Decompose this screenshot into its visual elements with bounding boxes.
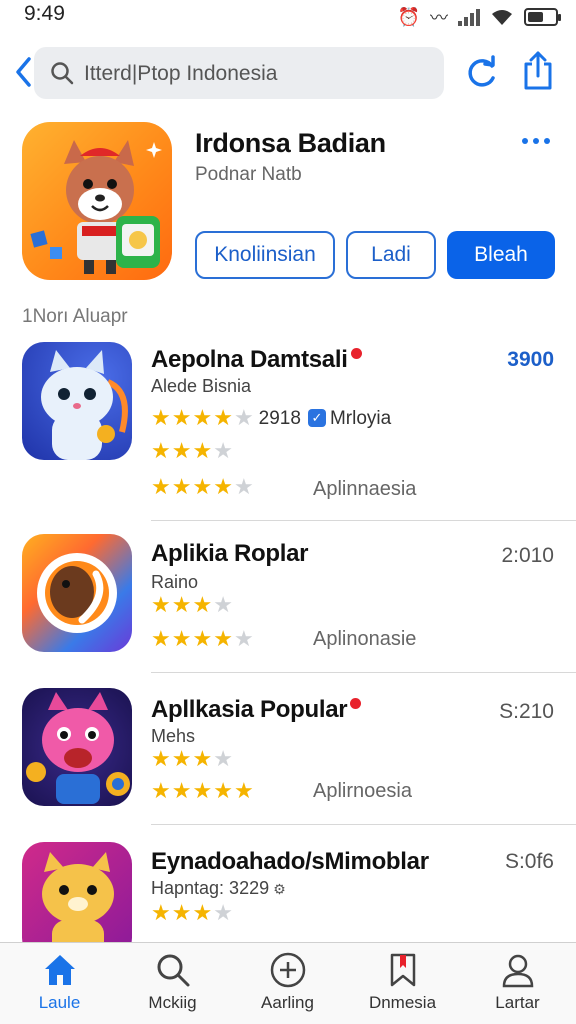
app-category: Aplinonasie <box>313 628 417 650</box>
refresh-icon[interactable] <box>462 54 500 92</box>
app-price[interactable]: S:210 <box>499 700 554 724</box>
tab-label: Lartar <box>495 993 540 1012</box>
search-query: Itterd|Ptop Indonesia <box>84 62 278 85</box>
search-icon <box>157 954 189 987</box>
rating-stars: ★ ★ ★ ★ <box>151 438 233 463</box>
wifi-icon <box>492 10 512 25</box>
list-item[interactable]: Eynadoahado/sMimoblar S:0f6 Hapntag: 322… <box>0 842 576 960</box>
app-subtitle: Hapntag: 3229 ⚙ <box>151 878 286 898</box>
app-name: Aepolna Damtsali <box>151 346 362 374</box>
divider <box>151 824 576 825</box>
app-price[interactable]: 3900 <box>507 348 554 372</box>
tab-label: Mckiig <box>148 993 197 1012</box>
verified-icon: ✓ <box>307 409 326 427</box>
tab-label: Dnmesia <box>368 993 437 1012</box>
app-icon <box>22 534 132 652</box>
rating-stars: ★ ★ ★ ★ ★ <box>151 626 254 651</box>
rating-stars: ★ ★ ★ ★ ★ <box>151 474 254 499</box>
alarm-icon: ⏰ <box>397 6 420 27</box>
battery-icon <box>524 8 561 26</box>
status-icons: ⏰ 〰 <box>397 4 561 30</box>
app-subtitle: Mehs <box>151 726 196 746</box>
featured-app-title: Irdonsa Badian <box>195 128 386 158</box>
tab-bookmarks[interactable]: Dnmesia <box>345 951 460 1013</box>
notification-dot-icon <box>350 698 362 709</box>
search-input[interactable]: Itterd|Ptop Indonesia <box>34 47 444 99</box>
tab-home[interactable]: Laule <box>2 951 117 1013</box>
tab-label: Laule <box>38 993 81 1012</box>
rating-stars: ★ ★ ★ ★ <box>151 900 233 925</box>
rating-stars: ★ ★ ★ ★ <box>151 746 233 771</box>
app-price[interactable]: S:0f6 <box>505 850 554 874</box>
app-icon <box>22 342 132 460</box>
location-pin-icon <box>350 348 362 359</box>
signal-icon <box>458 8 480 26</box>
app-category: Aplinnaesia <box>313 478 417 500</box>
divider <box>151 520 576 521</box>
list-item[interactable]: Aplikia Roplar 2:010 Raino ★ ★ ★ ★ ★ ★ ★ ★ ★ Ap… <box>0 534 576 674</box>
person-icon <box>502 954 533 988</box>
tab-label: Aarling <box>261 993 314 1012</box>
rating-stars: ★ ★ ★ ★ <box>151 592 233 617</box>
rating-count: 2918 <box>258 407 301 429</box>
tab-bar: Laule Mckiig Aarling Dnmesia Lartar <box>0 942 576 1024</box>
divider <box>151 672 576 673</box>
vibrate-icon: 〰 <box>430 8 448 28</box>
section-label: 1Norı Aluapr <box>22 306 128 327</box>
more-options-icon[interactable] <box>522 138 550 144</box>
featured-get-button[interactable]: Bleah <box>447 231 555 279</box>
featured-app: Irdonsa Badian Podnar Natb Knoliinsian L… <box>0 122 576 282</box>
rating-stars: ★ ★ ★ ★ ★ <box>151 778 254 803</box>
back-chevron-icon[interactable] <box>12 54 36 90</box>
featured-button-1[interactable]: Knoliinsian <box>195 231 335 279</box>
settings-icon: ⚙ <box>273 881 286 897</box>
featured-app-subtitle: Podnar Natb <box>195 164 302 185</box>
app-subtitle: Raino <box>151 572 199 592</box>
add-circle-icon <box>270 952 305 988</box>
app-name: Apllkasia Popular <box>151 696 362 724</box>
featured-app-icon[interactable] <box>22 122 172 280</box>
publisher-name: Mrloyia <box>329 407 392 429</box>
status-bar: 9:49 ⏰ 〰 <box>0 0 576 34</box>
app-price[interactable]: 2:010 <box>501 544 554 568</box>
share-icon[interactable] <box>520 50 556 92</box>
bookmark-icon <box>390 953 415 987</box>
list-item[interactable]: Apllkasia Popular S:210 Mehs ★ ★ ★ ★ ★ ★ ★ ★ ★ … <box>0 688 576 826</box>
rating-stars: ★ ★ ★ ★ ★ 2918 ✓ Mrloyia <box>151 405 392 430</box>
app-name: Aplikia Roplar <box>151 540 309 567</box>
search-icon <box>51 62 74 85</box>
app-name: Eynadoahado/sMimoblar <box>151 848 429 875</box>
app-category: Aplirnoesia <box>313 780 412 802</box>
home-icon <box>44 955 75 985</box>
status-time: 9:49 <box>24 2 65 25</box>
list-item[interactable]: Aepolna Damtsali 3900 Alede Bisnia ★ ★ ★ ★ ★… <box>0 340 576 522</box>
tab-profile[interactable]: Lartar <box>460 951 575 1013</box>
featured-button-2[interactable]: Ladi <box>346 231 436 279</box>
app-subtitle: Alede Bisnia <box>151 376 252 396</box>
app-icon <box>22 688 132 806</box>
tab-add[interactable]: Aarling <box>230 951 345 1013</box>
tab-search[interactable]: Mckiig <box>115 951 230 1013</box>
search-header: Itterd|Ptop Indonesia <box>0 46 576 102</box>
